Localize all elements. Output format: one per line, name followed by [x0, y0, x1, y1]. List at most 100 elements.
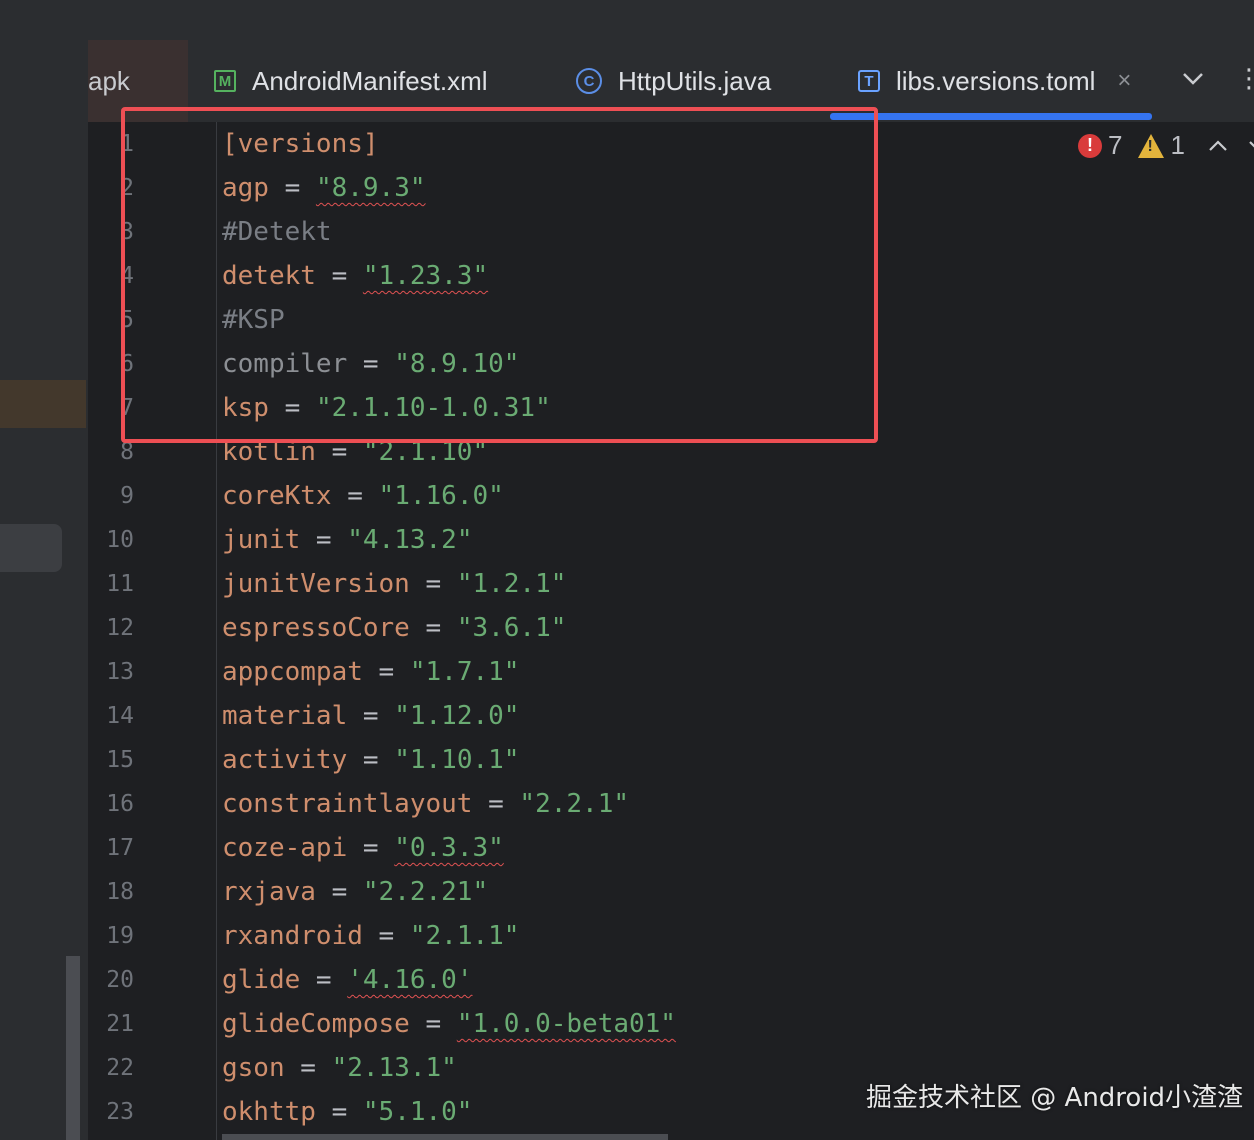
- toml-equals: =: [300, 965, 348, 995]
- toml-key: activity: [222, 745, 348, 775]
- line-number: 15: [106, 747, 134, 773]
- toml-value: "1.12.0": [394, 701, 520, 731]
- watermark: 掘金技术社区 @ Android小渣渣: [866, 1083, 1244, 1113]
- toml-equals: =: [347, 833, 395, 863]
- toml-value: "0.3.3": [394, 833, 504, 863]
- code-line[interactable]: glide = '4.16.0': [222, 958, 472, 1002]
- tab-label: AndroidManifest.xml: [252, 65, 488, 96]
- toml-value: "1.0.0-beta01": [456, 1009, 676, 1039]
- line-number: 20: [106, 967, 134, 993]
- line-number: 9: [120, 483, 134, 509]
- toml-equals: =: [472, 789, 520, 819]
- code-line[interactable]: activity = "1.10.1": [222, 738, 519, 782]
- toml-value: "4.13.2": [347, 525, 473, 555]
- line-number: 22: [106, 1055, 134, 1081]
- toml-equals: =: [409, 569, 457, 599]
- tab-label: apk: [88, 65, 130, 96]
- toml-value: "1.10.1": [394, 745, 520, 775]
- error-icon: !: [1078, 133, 1102, 158]
- toml-file-icon: T: [858, 70, 880, 92]
- toml-value: "1.7.1": [409, 657, 520, 687]
- toml-key: junitVersion: [222, 569, 410, 599]
- close-tab-icon[interactable]: ×: [1117, 67, 1131, 95]
- toml-equals: =: [409, 613, 457, 643]
- line-number: 19: [106, 923, 134, 949]
- toml-key: glide: [222, 965, 301, 995]
- more-vertical-icon[interactable]: ⋮: [1236, 62, 1254, 96]
- toml-key: junit: [222, 525, 301, 555]
- chevron-down-icon[interactable]: [1247, 135, 1254, 157]
- error-count: 7: [1108, 130, 1123, 160]
- tab-label: HttpUtils.java: [618, 65, 772, 96]
- toml-equals: =: [315, 877, 363, 907]
- warning-icon: !: [1138, 133, 1165, 158]
- line-number: 18: [106, 879, 134, 905]
- toml-value: "1.2.1": [456, 569, 567, 599]
- hovered-tree-row[interactable]: [0, 524, 62, 572]
- code-line[interactable]: coreKtx = "1.16.0": [222, 474, 504, 518]
- code-line[interactable]: rxandroid = "2.1.1": [222, 914, 519, 958]
- line-number: 11: [106, 571, 134, 597]
- line-number: 21: [106, 1011, 134, 1037]
- code-line[interactable]: material = "1.12.0": [222, 694, 519, 738]
- code-line[interactable]: junitVersion = "1.2.1": [222, 562, 566, 606]
- toml-key: coreKtx: [222, 481, 332, 511]
- toml-equals: =: [284, 1053, 332, 1083]
- toml-key: rxjava: [222, 877, 316, 907]
- toml-value: "2.1.1": [409, 921, 520, 951]
- chevron-up-icon[interactable]: [1207, 135, 1229, 157]
- toml-equals: =: [347, 701, 395, 731]
- line-number: 23: [106, 1099, 134, 1125]
- toml-value: "3.6.1": [456, 613, 567, 643]
- line-number: 17: [106, 835, 134, 861]
- tab-libs-versions-toml[interactable]: T libs.versions.toml ×: [858, 40, 1131, 122]
- chevron-down-icon[interactable]: [1178, 64, 1208, 94]
- line-number: 12: [106, 615, 134, 641]
- toml-equals: =: [347, 745, 395, 775]
- tab-label: libs.versions.toml: [896, 65, 1096, 96]
- toml-equals: =: [300, 525, 348, 555]
- toml-key: rxandroid: [222, 921, 363, 951]
- horizontal-scrollbar[interactable]: [222, 1134, 668, 1140]
- toml-key: appcompat: [222, 657, 363, 687]
- toml-key: gson: [222, 1053, 285, 1083]
- code-line[interactable]: rxjava = "2.2.21": [222, 870, 488, 914]
- toml-equals: =: [362, 921, 410, 951]
- active-tab-indicator: [830, 113, 1152, 120]
- toml-key: glideCompose: [222, 1009, 410, 1039]
- code-line[interactable]: constraintlayout = "2.2.1": [222, 782, 629, 826]
- window-title-bar: [0, 0, 1254, 40]
- java-class-icon: C: [576, 68, 602, 94]
- line-number: 13: [106, 659, 134, 685]
- toml-value: '4.16.0': [347, 965, 473, 995]
- highlight-annotation-box: [121, 107, 878, 443]
- toml-value: "2.13.1": [331, 1053, 457, 1083]
- toml-equals: =: [362, 657, 410, 687]
- code-line[interactable]: okhttp = "5.1.0": [222, 1090, 472, 1134]
- project-scrollbar[interactable]: [66, 956, 80, 1140]
- code-line[interactable]: coze-api = "0.3.3": [222, 826, 504, 870]
- toml-value: "1.16.0": [378, 481, 504, 511]
- xml-file-icon: M: [214, 70, 236, 92]
- inspection-widget[interactable]: ! 7 ! 1: [1078, 130, 1254, 161]
- toml-value: "2.2.1": [519, 789, 629, 819]
- project-tool-window[interactable]: [0, 40, 89, 1140]
- toml-equals: =: [315, 1097, 363, 1127]
- toml-value: "2.2.21": [362, 877, 489, 907]
- code-line[interactable]: glideCompose = "1.0.0-beta01": [222, 1002, 676, 1046]
- line-number: 16: [106, 791, 134, 817]
- code-line[interactable]: appcompat = "1.7.1": [222, 650, 519, 694]
- toml-key: constraintlayout: [222, 789, 473, 819]
- code-line[interactable]: junit = "4.13.2": [222, 518, 472, 562]
- toml-equals: =: [331, 481, 379, 511]
- selected-tree-row[interactable]: [0, 380, 86, 428]
- line-number: 14: [106, 703, 134, 729]
- code-line[interactable]: gson = "2.13.1": [222, 1046, 457, 1090]
- code-line[interactable]: espressoCore = "3.6.1": [222, 606, 566, 650]
- toml-key: okhttp: [222, 1097, 316, 1127]
- toml-key: espressoCore: [222, 613, 410, 643]
- toml-equals: =: [409, 1009, 457, 1039]
- warning-count: 1: [1170, 130, 1185, 160]
- line-number: 10: [106, 527, 134, 553]
- toml-key: material: [222, 701, 348, 731]
